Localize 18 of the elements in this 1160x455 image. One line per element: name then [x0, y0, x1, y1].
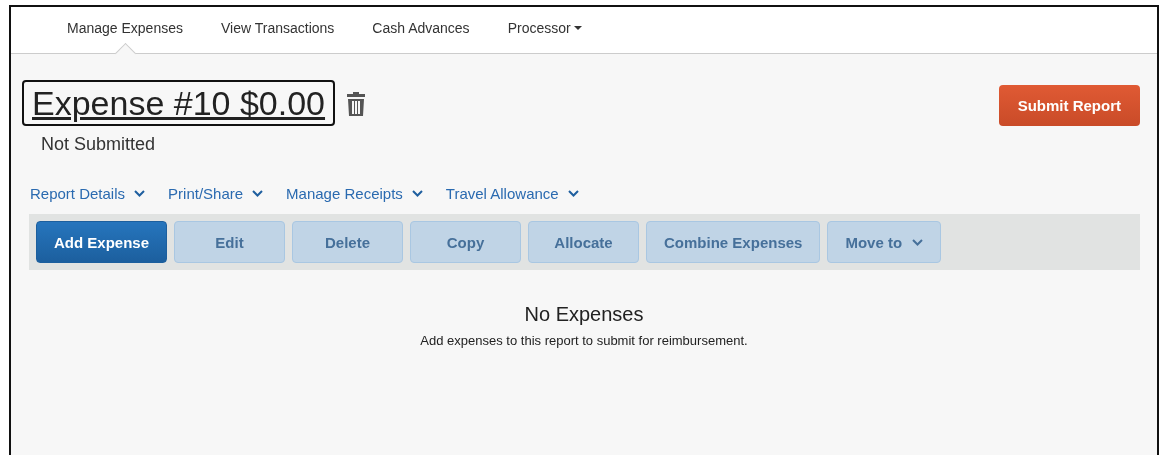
dropdown-menu[interactable]: Print/Share — [168, 185, 264, 202]
empty-state-message: Add expenses to this report to submit for reimbursement. — [419, 333, 749, 348]
nav-tab[interactable]: View Transactions — [201, 7, 354, 53]
chevron-down-icon — [411, 190, 423, 197]
toolbar-button[interactable]: Add Expense — [36, 221, 168, 263]
dropdown-menu[interactable]: Manage Receipts — [286, 185, 423, 202]
chevron-down-icon — [252, 190, 264, 197]
chevron-down-icon — [134, 190, 146, 197]
chevron-down-icon — [567, 190, 579, 197]
empty-state-title: No Expenses — [523, 303, 645, 326]
trash-icon[interactable] — [346, 91, 367, 117]
nav-tab[interactable]: Processor — [488, 7, 601, 53]
report-status: Not Submitted — [41, 134, 157, 155]
dropdown-menu[interactable]: Report Details — [30, 185, 146, 202]
report-title[interactable]: Expense #10 $0.00 — [22, 80, 336, 126]
dropdown-menu[interactable]: Travel Allowance — [445, 185, 579, 202]
submit-report-button[interactable]: Submit Report — [998, 85, 1140, 126]
nav-tab[interactable]: Cash Advances — [353, 7, 489, 53]
